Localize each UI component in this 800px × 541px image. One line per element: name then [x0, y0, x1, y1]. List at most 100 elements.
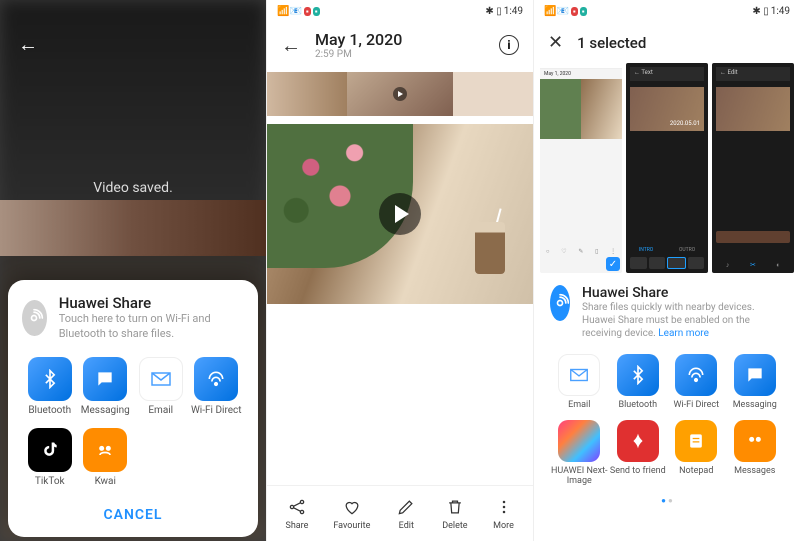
app-wifi-direct[interactable]: Wi-Fi Direct — [667, 354, 726, 410]
cancel-button[interactable]: CANCEL — [22, 499, 244, 523]
huawei-share-title: Huawei Share — [59, 294, 244, 312]
app-label: Notepad — [679, 466, 713, 476]
app-huawei-next-image[interactable]: HUAWEI Next-Image — [550, 420, 609, 486]
app-send-to-friend[interactable]: Send to friend — [609, 420, 668, 486]
share-button[interactable]: Share — [285, 496, 308, 531]
email-icon — [139, 357, 183, 401]
app-messaging[interactable]: Messaging — [78, 357, 134, 416]
app-bluetooth[interactable]: Bluetooth — [609, 354, 668, 410]
thumb-gallery-screen[interactable]: May 1, 2020 ○♡✎▯⋮ ✓ — [540, 63, 622, 273]
app-wifi-direct[interactable]: Wi-Fi Direct — [189, 357, 245, 416]
filmstrip[interactable] — [267, 72, 533, 116]
selection-header: ✕ 1 selected — [534, 22, 800, 63]
huawei-share-subtitle: Touch here to turn on Wi-Fi and Bluetoot… — [59, 312, 244, 341]
page-indicator: ● ● — [550, 496, 784, 505]
share-sheet: Huawei Share Touch here to turn on Wi-Fi… — [8, 280, 258, 537]
trash-icon — [444, 496, 466, 518]
app-label: HUAWEI Next-Image — [550, 466, 609, 486]
more-button[interactable]: More — [493, 496, 515, 531]
huawei-share-text: Huawei Share Touch here to turn on Wi-Fi… — [59, 294, 244, 341]
huawei-share-icon — [22, 300, 47, 336]
status-bar: 📶📧▪▪ ✱ ▯ 1:49 — [267, 0, 533, 22]
wifi-direct-icon — [194, 357, 238, 401]
thumb-editor-edit[interactable]: ← Edit ♪✂◐ — [712, 63, 794, 273]
app-bluetooth[interactable]: Bluetooth — [22, 357, 78, 416]
huawei-share-row[interactable]: Huawei Share Touch here to turn on Wi-Fi… — [22, 294, 244, 341]
share-section: Huawei Share Share files quickly with ne… — [534, 273, 800, 517]
learn-more-link[interactable]: Learn more — [658, 328, 709, 339]
app-kwai[interactable]: Kwai — [78, 428, 134, 487]
filmstrip-thumb[interactable] — [267, 72, 347, 116]
share-app-grid: Bluetooth Messaging Email Wi-Fi Direct T… — [22, 357, 244, 499]
messaging-icon — [83, 357, 127, 401]
photo-content — [540, 79, 581, 139]
huawei-share-row[interactable]: Huawei Share Share files quickly with ne… — [550, 285, 784, 340]
app-notepad[interactable]: Notepad — [667, 420, 726, 486]
messages-icon — [734, 420, 776, 462]
more-icon — [493, 496, 515, 518]
delete-button[interactable]: Delete — [442, 496, 467, 531]
share-icon — [286, 496, 308, 518]
play-button[interactable] — [379, 193, 421, 235]
bottom-action-bar: Share Favourite Edit Delete More — [267, 485, 533, 541]
thumb-tool: ○ — [546, 248, 550, 255]
thumb-editor-text[interactable]: ← Text 2020.05.01 INTROOUTRO — [626, 63, 708, 273]
thumb-image — [716, 87, 790, 131]
edit-button[interactable]: Edit — [395, 496, 417, 531]
toast-message: Video saved. — [0, 180, 266, 196]
photo-date-title: May 1, 2020 — [315, 30, 402, 49]
favourite-button[interactable]: Favourite — [333, 496, 370, 531]
back-arrow-icon[interactable]: ← — [18, 32, 38, 57]
app-label: Send to friend — [610, 466, 666, 476]
thumb-title: May 1, 2020 — [540, 69, 622, 79]
back-arrow-icon[interactable]: ← — [281, 33, 301, 58]
play-icon — [393, 87, 407, 101]
thumb-tabs: INTROOUTRO — [626, 247, 708, 253]
share-app-grid: Email Bluetooth Wi-Fi Direct Messaging H… — [550, 354, 784, 496]
app-label: Messages — [734, 466, 775, 476]
notepad-icon — [675, 420, 717, 462]
info-icon[interactable]: i — [499, 35, 519, 55]
filmstrip-thumb-current[interactable] — [347, 72, 453, 116]
next-image-icon — [558, 420, 600, 462]
pencil-icon — [395, 496, 417, 518]
app-messaging[interactable]: Messaging — [726, 354, 785, 410]
app-tiktok[interactable]: TikTok — [22, 428, 78, 487]
thumb-image: 2020.05.01 — [630, 87, 704, 131]
action-label: Share — [285, 521, 308, 531]
heart-icon — [341, 496, 363, 518]
tab-outro: OUTRO — [679, 247, 695, 253]
messaging-icon — [734, 354, 776, 396]
photo-time-subtitle: 2:59 PM — [315, 49, 402, 60]
wifi-direct-icon — [675, 354, 717, 396]
status-left-icons: 📶📧▪▪ — [277, 6, 320, 17]
filmstrip-thumb[interactable] — [453, 72, 533, 116]
app-label: Bluetooth — [618, 400, 657, 410]
kwai-icon — [83, 428, 127, 472]
app-label: Email — [568, 400, 590, 410]
status-right: ✱ ▯ 1:49 — [752, 6, 790, 17]
thumb-toolbar: ○♡✎▯⋮ — [540, 248, 622, 255]
panel-share-sheet-dark: ← Video saved. Huawei Share Touch here t… — [0, 0, 266, 541]
app-label: Messaging — [733, 400, 777, 410]
action-label: Edit — [399, 521, 414, 531]
action-label: Delete — [442, 521, 467, 531]
thumb-image — [540, 79, 622, 139]
app-email[interactable]: Email — [133, 357, 189, 416]
panel-gallery-viewer: 📶📧▪▪ ✱ ▯ 1:49 ← May 1, 2020 2:59 PM i Sh… — [266, 0, 533, 541]
thumb-toolbar: ♪✂◐ — [716, 261, 790, 269]
viewer-header: ← May 1, 2020 2:59 PM i — [267, 22, 533, 68]
app-email[interactable]: Email — [550, 354, 609, 410]
huawei-share-title: Huawei Share — [582, 285, 784, 301]
thumb-header-button: ← Edit — [716, 67, 790, 81]
main-media-view[interactable] — [267, 124, 533, 304]
thumb-timeline — [716, 231, 790, 243]
thumb-tiles — [630, 257, 704, 269]
status-right: ✱ ▯ 1:49 — [485, 6, 523, 17]
app-label: Messaging — [81, 405, 130, 416]
status-time: 1:49 — [771, 6, 790, 17]
app-messages[interactable]: Messages — [726, 420, 785, 486]
close-icon[interactable]: ✕ — [548, 32, 563, 53]
selected-checkmark-icon[interactable]: ✓ — [606, 257, 620, 271]
huawei-share-icon — [550, 285, 570, 321]
